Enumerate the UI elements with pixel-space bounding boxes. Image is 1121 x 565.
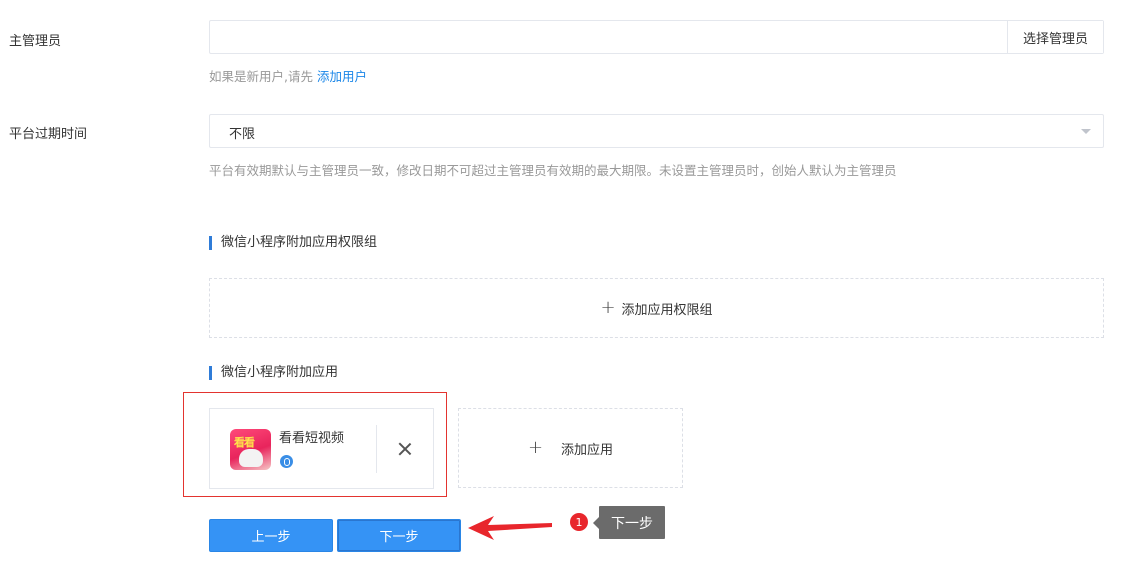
expiry-select[interactable]: 不限 <box>209 114 1104 148</box>
plus-icon: + <box>600 297 616 318</box>
app-icon-face <box>239 449 263 467</box>
chevron-down-icon <box>1081 129 1091 134</box>
mini-program-icon <box>280 455 293 468</box>
close-icon[interactable] <box>395 439 415 459</box>
plus-icon: + <box>527 437 544 458</box>
add-user-link[interactable]: 添加用户 <box>317 69 367 84</box>
permission-group-section-title: 微信小程序附加应用权限组 <box>209 236 377 250</box>
add-app-label: 添加应用 <box>561 442 614 458</box>
app-icon-text: 看看 <box>234 436 255 449</box>
add-app-button[interactable]: + 添加应用 <box>458 408 683 488</box>
guide-arrow-icon <box>468 516 552 540</box>
next-step-button[interactable]: 下一步 <box>337 519 461 552</box>
expiry-hint: 平台有效期默认与主管理员一致，修改日期不可超过主管理员有效期的最大期限。未设置主… <box>209 163 897 178</box>
admin-hint-text: 如果是新用户,请先 <box>209 69 313 84</box>
card-divider <box>376 425 377 473</box>
add-permission-group-button[interactable]: + 添加应用权限组 <box>209 278 1104 338</box>
guide-tooltip: 下一步 <box>593 506 665 539</box>
app-card: 看看 看看短视频 <box>209 408 434 489</box>
prev-step-button[interactable]: 上一步 <box>209 519 333 552</box>
admin-label: 主管理员 <box>9 34 62 49</box>
admin-hint: 如果是新用户,请先 添加用户 <box>209 66 367 85</box>
expiry-label: 平台过期时间 <box>9 127 88 142</box>
apps-section-title: 微信小程序附加应用 <box>209 366 338 380</box>
expiry-select-value: 不限 <box>229 127 256 142</box>
select-admin-button[interactable]: 选择管理员 <box>1007 21 1103 53</box>
app-icon-kankan: 看看 <box>230 429 271 470</box>
add-permission-group-label: 添加应用权限组 <box>621 302 713 318</box>
admin-input[interactable]: 选择管理员 <box>209 20 1104 54</box>
app-name: 看看短视频 <box>279 431 345 446</box>
guide-step-badge: 1 <box>570 513 588 531</box>
